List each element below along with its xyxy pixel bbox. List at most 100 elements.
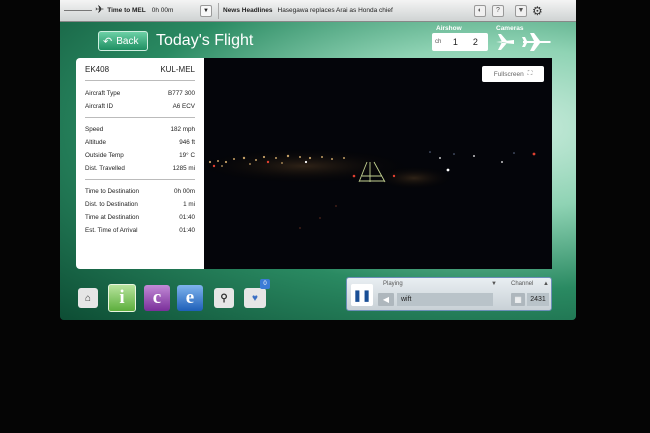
info-label: Dist. to Destination bbox=[85, 201, 138, 208]
info-label: Time at Destination bbox=[85, 214, 140, 221]
news-text: Hasegawa replaces Arai as Honda chief bbox=[277, 7, 393, 14]
info-label: Altitude bbox=[85, 139, 107, 146]
settings-dropdown-button[interactable]: ▼ bbox=[515, 4, 527, 17]
info-row: Dist. to Destination 1 mi bbox=[85, 198, 195, 211]
camera-1-icon[interactable] bbox=[494, 32, 516, 56]
ch-label: ch bbox=[435, 39, 442, 45]
airplane-top-icon bbox=[522, 33, 551, 51]
info-channel-button[interactable]: i bbox=[108, 284, 136, 312]
entertainment-button[interactable]: e bbox=[177, 285, 203, 311]
keypad-button[interactable]: ▦ bbox=[511, 293, 525, 306]
info-row: Outside Temp 19° C bbox=[85, 149, 195, 162]
flight-header: EK408 KUL-MEL bbox=[85, 65, 195, 81]
info-value: 0h 00m bbox=[173, 188, 195, 195]
e-icon: e bbox=[185, 287, 195, 308]
info-row: Dist. Travelled 1285 mi bbox=[85, 162, 195, 175]
back-button[interactable]: ↶ Back bbox=[98, 31, 148, 51]
info-value: 01:40 bbox=[179, 214, 195, 221]
airshow-channel-2[interactable]: 2 bbox=[465, 37, 485, 47]
search-icon: ⚲ bbox=[220, 292, 228, 304]
favorites-count-badge: 0 bbox=[260, 279, 270, 289]
back-label: Back bbox=[116, 35, 139, 47]
top-bar: ✈ Time to MEL 0h 00m ▼ News Headlines Ha… bbox=[60, 0, 576, 22]
help-button[interactable]: ? bbox=[492, 4, 504, 17]
info-row: Time at Destination 01:40 bbox=[85, 211, 195, 224]
camera-2-icon[interactable] bbox=[522, 32, 552, 56]
chevron-up-icon[interactable]: ▲ bbox=[543, 281, 549, 287]
media-player: ❚❚ Playing ▼ ◀ wift Channel ▲ ▦ 2431 bbox=[346, 277, 552, 311]
fullscreen-label: Fullscreen bbox=[493, 70, 524, 78]
info-row: Speed 182 mph bbox=[85, 123, 195, 136]
info-row: Aircraft Type B777 300 bbox=[85, 87, 195, 100]
channel-label: Channel bbox=[511, 281, 534, 287]
plane-icon: ✈ bbox=[95, 4, 105, 16]
airplane-side-icon bbox=[496, 34, 514, 50]
route-line bbox=[64, 10, 92, 11]
expand-icon: ⛶ bbox=[527, 70, 533, 77]
home-icon: ⌂ bbox=[84, 292, 92, 304]
info-value: A6 ECV bbox=[172, 103, 195, 110]
camera-video-feed[interactable]: Fullscreen ⛶ bbox=[204, 58, 552, 269]
channel-number: 2431 bbox=[527, 293, 549, 306]
favorites-button[interactable]: ♥ bbox=[244, 288, 266, 308]
heart-icon: ♥ bbox=[252, 292, 258, 304]
help-icon: ? bbox=[496, 7, 500, 14]
play-pause-button[interactable]: ❚❚ bbox=[351, 284, 373, 306]
i-icon: i bbox=[119, 287, 125, 308]
chevron-down-icon: ▼ bbox=[517, 7, 525, 14]
flight-number: EK408 bbox=[85, 65, 110, 74]
home-button[interactable]: ⌂ bbox=[78, 288, 98, 308]
aircraft-group: Aircraft Type B777 300 Aircraft ID A6 ECV bbox=[85, 87, 195, 118]
info-label: Outside Temp bbox=[85, 152, 124, 159]
keypad-icon: ▦ bbox=[514, 295, 522, 304]
flight-info-panel: EK408 KUL-MEL Aircraft Type B777 300 Airc… bbox=[76, 58, 204, 269]
info-label: Time to Destination bbox=[85, 188, 140, 195]
info-label: Speed bbox=[85, 126, 104, 133]
stats-group: Speed 182 mph Altitude 946 ft Outside Temp… bbox=[85, 123, 195, 180]
track-title: wift bbox=[397, 293, 493, 306]
airshow-channel-selector: ch 1 2 bbox=[432, 33, 488, 51]
news-ticker[interactable]: News Headlines Hasegawa replaces Arai as… bbox=[218, 2, 422, 19]
bottom-nav: ⌂ i c e ⚲ ♥ 0 ❚❚ Playing ▼ ◀ wift Channe… bbox=[76, 276, 552, 316]
route-dropdown-button[interactable]: ▼ bbox=[200, 4, 212, 17]
c-icon: c bbox=[152, 287, 162, 308]
info-value: 19° C bbox=[179, 152, 195, 159]
news-label: News Headlines bbox=[223, 7, 273, 14]
fullscreen-button[interactable]: Fullscreen ⛶ bbox=[482, 66, 544, 82]
route-progress: ✈ Time to MEL 0h 00m bbox=[60, 5, 198, 16]
chevron-down-icon: ▼ bbox=[203, 7, 209, 14]
gear-icon[interactable]: ⚙ bbox=[532, 4, 543, 18]
info-value: 1285 mi bbox=[172, 165, 195, 172]
info-value: B777 300 bbox=[168, 90, 195, 97]
info-row: Est. Time of Arrival 01:40 bbox=[85, 224, 195, 237]
ife-screen: ✈ Time to MEL 0h 00m ▼ News Headlines Ha… bbox=[60, 0, 576, 320]
night-runway-scene bbox=[204, 58, 552, 269]
info-value: 1 mi bbox=[183, 201, 195, 208]
search-button[interactable]: ⚲ bbox=[214, 288, 234, 308]
playing-label: Playing bbox=[383, 281, 403, 287]
pause-icon: ❚❚ bbox=[352, 289, 372, 302]
info-label: Est. Time of Arrival bbox=[85, 227, 138, 234]
info-label: Aircraft ID bbox=[85, 103, 113, 110]
flight-route: KUL-MEL bbox=[160, 65, 195, 74]
info-row: Aircraft ID A6 ECV bbox=[85, 100, 195, 113]
info-value: 01:40 bbox=[179, 227, 195, 234]
back-arrow-icon: ↶ bbox=[103, 35, 113, 48]
airshow-label: Airshow bbox=[436, 25, 462, 32]
volume-button[interactable]: ◀ bbox=[378, 293, 394, 306]
chevron-down-icon[interactable]: ▼ bbox=[491, 281, 497, 287]
route-time: 0h 00m bbox=[151, 7, 174, 14]
brightness-icon: ◐ bbox=[477, 7, 483, 14]
info-row: Time to Destination 0h 00m bbox=[85, 185, 195, 198]
info-value: 182 mph bbox=[170, 126, 195, 133]
info-label: Aircraft Type bbox=[85, 90, 121, 97]
cameras-label: Cameras bbox=[496, 25, 524, 32]
airshow-channel-1[interactable]: 1 bbox=[445, 37, 465, 47]
info-label: Dist. Travelled bbox=[85, 165, 125, 172]
communication-button[interactable]: c bbox=[144, 285, 170, 311]
destination-group: Time to Destination 0h 00m Dist. to Desti… bbox=[85, 185, 195, 241]
brightness-button[interactable]: ◐ bbox=[474, 4, 486, 17]
speaker-icon: ◀ bbox=[382, 295, 390, 304]
info-value: 946 ft bbox=[179, 139, 195, 146]
route-label: Time to MEL bbox=[107, 7, 146, 14]
